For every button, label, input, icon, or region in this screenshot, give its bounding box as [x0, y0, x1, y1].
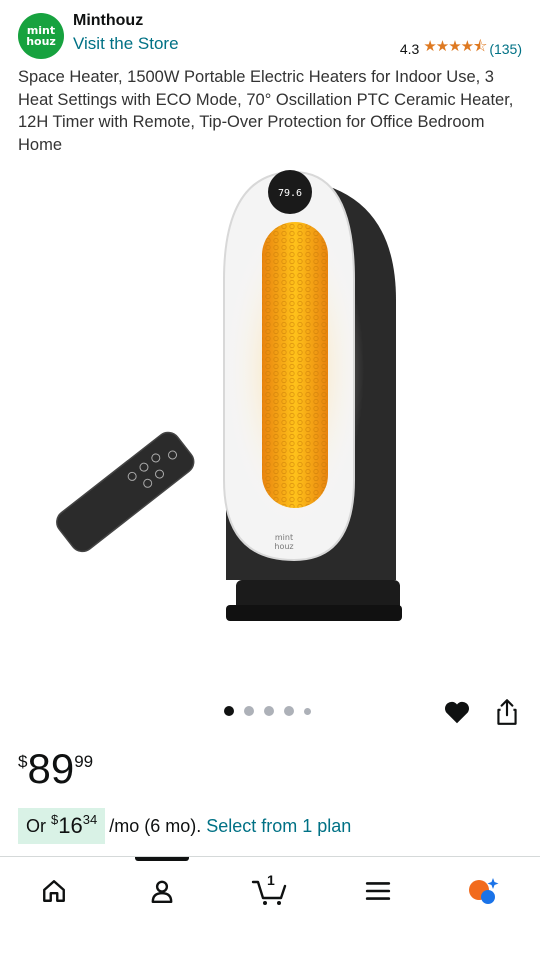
visit-store-link[interactable]: Visit the Store: [73, 34, 179, 54]
product-image[interactable]: 79.6 mint houz: [40, 160, 500, 660]
select-plan-link[interactable]: Select from 1 plan: [206, 816, 351, 837]
heart-icon[interactable]: [442, 697, 472, 727]
nav-cart[interactable]: 1: [240, 871, 300, 911]
installment-term: /mo (6 mo).: [109, 815, 202, 836]
cart-count: 1: [267, 872, 275, 888]
price-currency: $: [18, 752, 28, 771]
price: $ 89 99: [18, 742, 93, 796]
installment-prefix: Or: [26, 815, 46, 836]
price-fraction: 99: [74, 752, 94, 771]
rating-value: 4.3: [399, 40, 420, 57]
nav-menu[interactable]: [348, 871, 408, 911]
active-tab-indicator: [135, 857, 189, 861]
carousel-dots[interactable]: [224, 706, 311, 716]
share-icon[interactable]: [494, 697, 520, 727]
menu-icon: [365, 882, 391, 900]
carousel-dot[interactable]: [264, 706, 274, 716]
installment-whole: 16: [58, 813, 83, 838]
star-rating-icon: ★★★★⯪: [423, 38, 487, 55]
rating-summary[interactable]: 4.3 ★★★★⯪ (135): [400, 36, 522, 61]
brand-logo[interactable]: mint houz: [18, 13, 64, 59]
svg-text:mint: mint: [275, 533, 293, 542]
account-icon: [151, 880, 173, 904]
rating-count[interactable]: (135): [489, 41, 522, 57]
nav-home[interactable]: [24, 871, 84, 911]
price-whole: 89: [27, 745, 75, 792]
brand-name: Minthouz: [73, 12, 144, 29]
brand-header: mint houz Minthouz Visit the Store 4.3 ★…: [18, 10, 522, 59]
remote-control: [56, 431, 195, 553]
display-reading: 79.6: [278, 188, 302, 199]
bottom-navigation: 1: [0, 856, 540, 960]
home-icon: [43, 880, 65, 902]
brand-logo-text-2: houz: [26, 35, 56, 48]
installment-currency: $: [51, 811, 59, 827]
assistant-icon: [469, 878, 499, 904]
carousel-dot[interactable]: [284, 706, 294, 716]
product-title: Space Heater, 1500W Portable Electric He…: [18, 68, 514, 154]
installment-offer: Or $16 34 /mo (6 mo). Select from 1 plan: [18, 808, 351, 844]
svg-text:houz: houz: [274, 542, 293, 551]
nav-assistant[interactable]: [454, 871, 514, 911]
nav-account[interactable]: [132, 871, 192, 911]
installment-fraction: 34: [82, 811, 98, 827]
carousel-dot[interactable]: [304, 707, 311, 715]
carousel-dot[interactable]: [244, 706, 254, 716]
installment-price-badge: Or $16 34: [18, 808, 106, 844]
carousel-dot[interactable]: [224, 706, 234, 716]
